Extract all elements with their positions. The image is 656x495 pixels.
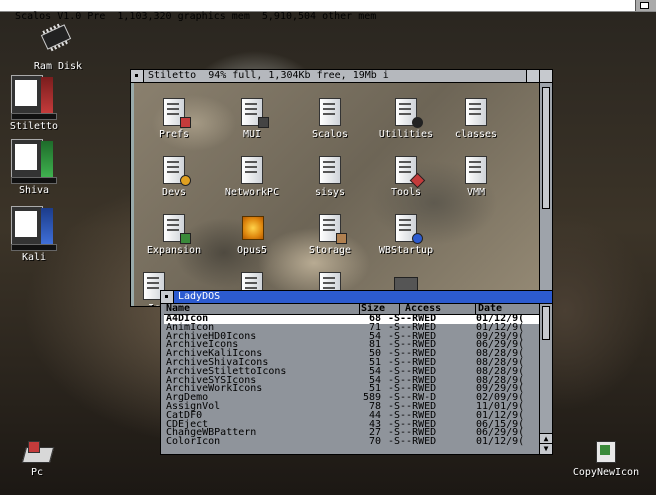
desktop-icon-copynewicon[interactable]: CopyNewIcon (560, 439, 652, 478)
icon-label: NetworkPC (224, 187, 280, 198)
icon-label: MUI (242, 129, 262, 140)
drawer-icon (241, 98, 269, 128)
drawer-icon-prefs[interactable]: Prefs (134, 98, 214, 140)
drawer-icon-sisys[interactable]: sisys (290, 156, 370, 198)
drawer-icon-vmm[interactable]: VMM (436, 156, 516, 198)
icon-label: Expansion (146, 245, 202, 256)
icon-label: Shiva (18, 185, 50, 196)
screen-title-bar: Scalos V1.0 Pre 1,103,320 graphics mem 5… (0, 0, 656, 22)
devs-icon (163, 156, 191, 186)
icon-label: Kali (21, 252, 47, 263)
prefs-icon (163, 98, 191, 128)
drawer-icon-storage[interactable]: Storage (290, 214, 370, 256)
opus-icon (241, 214, 264, 242)
cell-name: ColorIcon (166, 436, 221, 448)
file-list[interactable]: A4DIcon 68 -S--RWED 01/12/9( AnimIcon 71 -S--… (164, 315, 539, 454)
drawer-icon-opus5[interactable]: Opus5 (212, 214, 292, 256)
drawer-icon-wbstartup[interactable]: WBStartup (366, 214, 446, 256)
column-header-name[interactable]: Name (164, 304, 360, 314)
pc-drive-icon (20, 441, 55, 465)
harddisk-icon (11, 139, 57, 184)
drawer-icon-expansion[interactable]: Expansion (134, 214, 214, 256)
cell-size: 70 (368, 436, 381, 448)
scroll-down-arrow-icon[interactable]: ▼ (540, 443, 552, 454)
drawer-icon-tools[interactable]: Tools (366, 156, 446, 198)
icon-label: Prefs (158, 129, 190, 140)
desktop-icon-ram-disk[interactable]: Ram Disk (18, 21, 98, 72)
column-header-access[interactable]: Access (403, 304, 476, 314)
drawer-icon (241, 156, 263, 184)
close-gadget-icon[interactable] (131, 70, 144, 82)
drawer-icon-devs[interactable]: Devs (134, 156, 214, 198)
desktop-icon-pc[interactable]: Pc (0, 441, 77, 478)
drawer-icon (465, 156, 487, 184)
cell-access: -S--RWED (388, 436, 437, 448)
icon-label: Ram Disk (33, 61, 83, 72)
copy-icon (592, 439, 620, 465)
ladydos-window[interactable]: LadyDOS Name Size Access Date A4DIcon 68-… (160, 290, 553, 455)
screen-title: Scalos V1.0 Pre 1,103,320 graphics mem 5… (15, 11, 377, 22)
desktop-icon-shiva[interactable]: Shiva (0, 139, 74, 196)
cell-date: 01/12/9( (476, 436, 525, 448)
icon-label: Opus5 (236, 245, 268, 256)
harddisk-icon (11, 206, 57, 251)
icon-label: Pc (30, 467, 44, 478)
drawer-icon-scalos[interactable]: Scalos (290, 98, 370, 140)
drawer-icon (319, 98, 341, 126)
vertical-scrollbar[interactable] (539, 83, 552, 306)
column-header-date[interactable]: Date (476, 304, 538, 314)
drawer-icon (319, 214, 347, 244)
column-header-size[interactable]: Size (359, 304, 400, 314)
icon-label: Storage (308, 245, 352, 256)
vertical-scrollbar[interactable]: ▲ ▼ (539, 304, 552, 454)
icon-label: classes (454, 129, 498, 140)
icon-label: WBStartup (378, 245, 434, 256)
harddisk-icon (11, 75, 57, 120)
drawer-icon-networkpc[interactable]: NetworkPC (212, 156, 292, 198)
depth-gadget-icon[interactable] (539, 70, 552, 82)
zoom-gadget-icon[interactable] (526, 70, 539, 82)
desktop-icon-kali[interactable]: Kali (0, 206, 74, 263)
tools-icon (395, 156, 426, 189)
drawer-icon-classes[interactable]: classes (436, 98, 516, 140)
window-title-bar[interactable]: Stiletto 94% full, 1,304Kb free, 19Mb i (131, 70, 552, 83)
window-title: Stiletto 94% full, 1,304Kb free, 19Mb i (148, 70, 389, 81)
table-row[interactable]: ColorIcon 70 -S--RWED 01/12/9( (164, 436, 539, 448)
scroll-knob[interactable] (542, 306, 550, 340)
icon-label: Tools (390, 187, 422, 198)
drawer-icon-mui[interactable]: MUI (212, 98, 292, 140)
drawer-icon (395, 98, 423, 128)
icon-label: Scalos (311, 129, 349, 140)
drawer-icon-utilities[interactable]: Utilities (366, 98, 446, 140)
close-gadget-icon[interactable] (161, 291, 174, 303)
stiletto-window[interactable]: Stiletto 94% full, 1,304Kb free, 19Mb i … (130, 69, 553, 307)
drawer-icon (465, 98, 487, 126)
drawer-icon (163, 214, 191, 244)
icon-label: Devs (161, 187, 187, 198)
icon-label: VMM (466, 187, 486, 198)
icon-label: CopyNewIcon (572, 467, 640, 478)
drawer-icon (319, 156, 341, 184)
icon-label: Stiletto (9, 121, 59, 132)
desktop-icon-stiletto[interactable]: Stiletto (0, 75, 74, 132)
drawer-icon (395, 214, 423, 244)
screen-depth-gadget[interactable] (635, 0, 656, 11)
window-title: LadyDOS (178, 291, 221, 302)
icon-label: Utilities (378, 129, 434, 140)
list-header: Name Size Access Date (164, 304, 539, 315)
icon-label: sisys (314, 187, 346, 198)
ram-chip-icon (40, 24, 72, 50)
drawer-contents: Prefs MUI Scalos Utilities classes Devs … (134, 83, 539, 306)
scroll-knob[interactable] (542, 87, 550, 209)
workbench-desktop: Ram Disk Stiletto Shiva Kali Pc CopyNewI… (0, 11, 656, 495)
